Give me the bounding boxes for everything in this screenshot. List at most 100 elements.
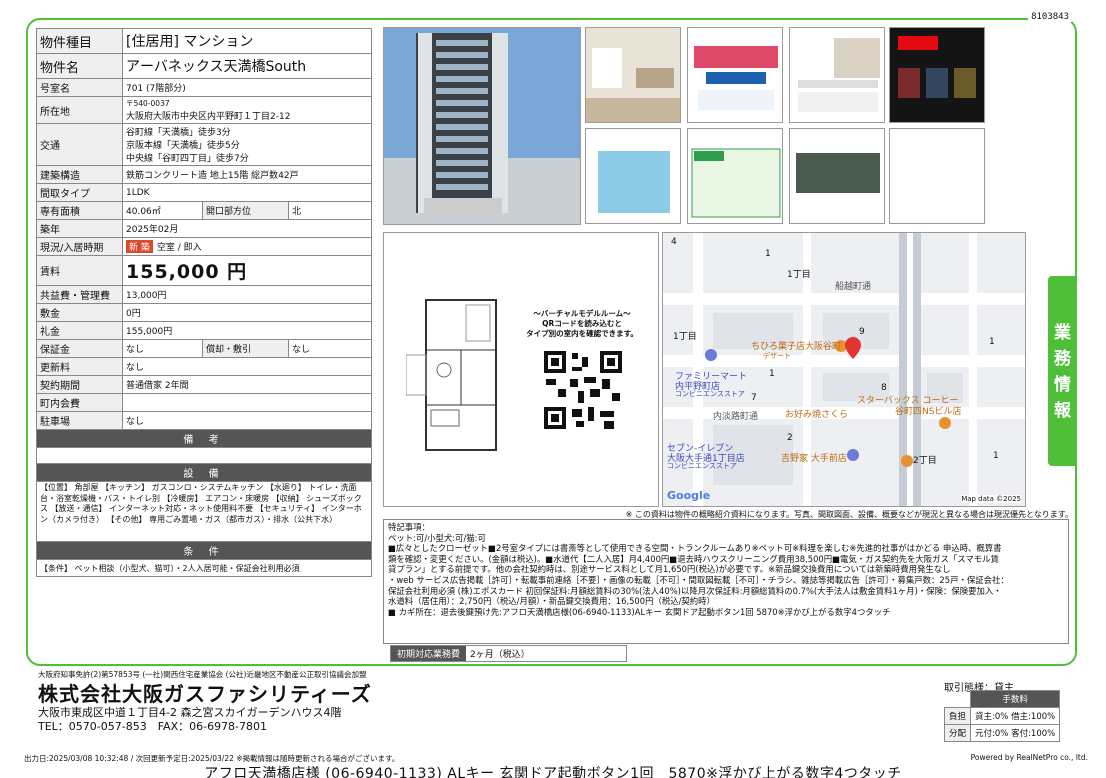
amort-label: 償却・敷引 <box>202 339 289 358</box>
parking-value: なし <box>122 411 372 430</box>
flyer-image <box>790 129 884 223</box>
building-photo[interactable] <box>383 27 581 225</box>
type-label: 物件種目 <box>36 28 123 54</box>
map-attribution: Map data ©2025 <box>961 495 1021 503</box>
empty-thumb <box>889 128 985 224</box>
area-value: 40.06㎡ <box>122 201 203 220</box>
address-text: 大阪府大阪市中央区内平野町１丁目2-12 <box>126 112 291 122</box>
brochure-image <box>586 129 680 223</box>
floorplan-panel: ～バーチャルモデルルーム～ QRコードを読み込むと タイプ別の室内を確認できます… <box>383 232 659 507</box>
structure-label: 建築構造 <box>36 165 123 184</box>
parking-label: 駐車場 <box>36 411 123 430</box>
rent-label: 賃料 <box>36 255 123 286</box>
remarks-line: 保証会社利用必須 (株)エポスカード 初回保証料:月額総賃料の30%(法人40%… <box>388 585 1002 596</box>
equipment-header: 設 備 <box>36 463 372 482</box>
vr-line-1: ～バーチャルモデルルーム～ <box>533 309 631 318</box>
built-label: 築年 <box>36 219 123 238</box>
document-id: 8103843 <box>1028 12 1072 22</box>
status-text: 空室 / 即入 <box>156 243 202 253</box>
fee-label: 共益費・管理費 <box>36 285 123 304</box>
guarantee-value: なし <box>122 339 203 358</box>
company-phone: TEL：0570-057-853 FAX：06-6978-7801 <box>38 720 268 733</box>
company-name: 株式会社大阪ガスファシリティーズ <box>38 682 372 706</box>
map-label: 1 <box>765 249 771 259</box>
split-label: 分配 <box>943 724 972 742</box>
business-info-label: 業務情報 <box>1054 323 1071 421</box>
contract-value: 普通借家 2年間 <box>122 375 372 394</box>
vr-text: ～バーチャルモデルルーム～ QRコードを読み込むと タイプ別の室内を確認できます… <box>522 309 642 339</box>
address-label: 所在地 <box>36 96 123 124</box>
equipment-text: 【位置】 角部屋 【キッチン】 ガスコンロ・システムキッチン 【水廻り】 トイレ… <box>36 481 372 542</box>
transit-line: 京阪本線「天満橋」徒歩5分 <box>126 141 240 151</box>
key-money-label: 礼金 <box>36 321 123 340</box>
map-label: 2丁目 <box>913 456 937 466</box>
special-remarks: 特記事項： ペット:可/小型犬:可/猫:可 ■広々としたクローゼット■2号室タイ… <box>383 519 1069 644</box>
name-label: 物件名 <box>36 53 123 79</box>
property-table: 物件種目 [住居用] マンション 物件名 アーバネックス天満橋South 号室名 70… <box>36 28 372 577</box>
remarks-line: 類を確認・変更ください。(金額は税込)。■水道代【二人入居】月4,400円■退去… <box>388 553 999 564</box>
map-poi-sub: コンビニエンスストア <box>675 390 745 398</box>
transit-value: 谷町線「天満橋」徒歩3分 京阪本線「天満橋」徒歩5分 中央線「谷町四丁目」徒歩7分 <box>122 123 372 166</box>
room-value: 701 (7階部分) <box>122 78 372 97</box>
qr-code[interactable] <box>542 349 624 431</box>
commission-table: 手数料 負担 貸主:0% 借主:100% 分配 元付:0% 客付:100% <box>943 690 1061 742</box>
map-poi-sub: デザート <box>763 352 791 360</box>
amort-value: なし <box>288 339 372 358</box>
map-label: 7 <box>751 393 757 403</box>
remarks-body <box>36 447 372 464</box>
flyer-image <box>688 28 782 122</box>
remarks-line: ・web サービス広告掲載［許可］・転載事前連絡［不要］・画像の転載［不可］・間… <box>388 574 1009 585</box>
structure-value: 鉄筋コンクリート造 地上15階 総戸数42戸 <box>122 165 372 184</box>
map-label: 2 <box>787 433 793 443</box>
rating-sheet-thumb[interactable] <box>687 128 783 224</box>
transit-line: 中央線「谷町四丁目」徒歩7分 <box>126 154 249 164</box>
vr-line-2: QRコードを読み込むと <box>542 319 622 328</box>
map-street-label: 内淡路町通 <box>713 412 759 422</box>
map-street-label: 船越町通 <box>835 282 872 292</box>
new-badge: 新 築 <box>126 240 153 253</box>
map-label: 9 <box>859 327 865 337</box>
rent-value: 155,000 円 <box>122 255 372 286</box>
area-label: 専有面積 <box>36 201 123 220</box>
area-map[interactable]: 4 1 1丁目 船越町通 1丁目 9 ちひろ菓子店大阪谷町 デザート ファミリー… <box>662 232 1026 507</box>
powered-by: Powered by RealNetPro co., ltd. <box>970 753 1088 762</box>
key-instructions: アフロ天満橋店様 (06-6940-1133) ALキー 玄関ドア起動ボタン1回… <box>204 766 902 778</box>
rating-image <box>688 129 782 223</box>
remarks-line: 貸プラン」とする前提です。他の会社契約時は、別途サービス料として月1,650円(… <box>388 564 951 575</box>
floorplan-image[interactable] <box>406 295 516 455</box>
key-money-value: 155,000円 <box>122 321 372 340</box>
town-fee-value <box>122 393 372 412</box>
commission-header: 手数料 <box>970 690 1061 708</box>
interior-photo-thumb[interactable] <box>585 27 681 123</box>
address-value: 〒540-0037 大阪府大阪市中央区内平野町１丁目2-12 <box>122 96 372 124</box>
campaign-flyer-thumb[interactable] <box>687 27 783 123</box>
type-value: [住居用] マンション <box>122 28 372 54</box>
conditions-text: 【条件】 ペット相談（小型犬、猫可）・2人入居可能・保証会社利用必須 <box>36 559 372 577</box>
contract-label: 契約期間 <box>36 375 123 394</box>
map-label: 1丁目 <box>787 270 811 280</box>
status-label: 現況/入居時期 <box>36 237 123 256</box>
bike-flyer-thumb[interactable] <box>789 128 885 224</box>
deposit-value: 0円 <box>122 303 372 322</box>
map-label: 8 <box>881 383 887 393</box>
name-value: アーバネックス天満橋South <box>122 53 372 79</box>
layout-label: 間取タイプ <box>36 183 123 202</box>
conditions-header: 条 件 <box>36 541 372 560</box>
map-poi-label: お好み焼さくら <box>785 410 849 420</box>
opening-value: 北 <box>288 201 372 220</box>
initial-fee-label: 初期対応業務費 <box>391 646 467 661</box>
map-label: 4 <box>671 237 677 247</box>
flyer-image <box>790 28 884 122</box>
address-zip: 〒540-0037 <box>126 99 170 108</box>
brochure-thumb[interactable] <box>585 128 681 224</box>
netflix-flyer-thumb[interactable] <box>889 27 985 123</box>
business-info-tab[interactable]: 業務情報 <box>1048 276 1076 466</box>
town-fee-label: 町内会費 <box>36 393 123 412</box>
built-value: 2025年02月 <box>122 219 372 238</box>
flyer-image <box>890 28 984 122</box>
map-poi-label: 谷町四NSビル店 <box>895 407 962 417</box>
fee-value: 13,000円 <box>122 285 372 304</box>
room-flyer-thumb[interactable] <box>789 27 885 123</box>
interior-image <box>586 28 680 122</box>
map-poi-label: 吉野家 大手前店 <box>781 454 847 464</box>
